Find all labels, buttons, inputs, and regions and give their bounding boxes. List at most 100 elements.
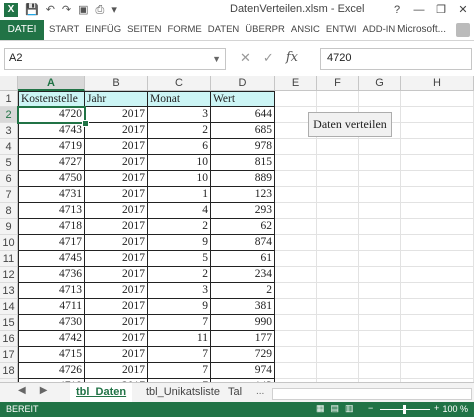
row-header-16[interactable]: 16 bbox=[0, 331, 18, 347]
empty-cell[interactable] bbox=[275, 219, 317, 235]
table-cell[interactable]: 4743 bbox=[18, 123, 85, 139]
empty-cell[interactable] bbox=[275, 315, 317, 331]
table-cell[interactable]: 974 bbox=[211, 363, 275, 379]
empty-cell[interactable] bbox=[401, 123, 474, 139]
table-cell[interactable]: 5 bbox=[148, 251, 211, 267]
empty-cell[interactable] bbox=[317, 91, 359, 107]
page-layout-view-icon[interactable]: ▤ bbox=[331, 403, 340, 414]
table-cell[interactable]: 9 bbox=[148, 235, 211, 251]
table-cell[interactable]: 4715 bbox=[18, 347, 85, 363]
table-cell[interactable]: 10 bbox=[148, 155, 211, 171]
empty-cell[interactable] bbox=[359, 155, 401, 171]
table-cell[interactable]: 4717 bbox=[18, 235, 85, 251]
empty-cell[interactable] bbox=[275, 91, 317, 107]
table-cell[interactable]: 4713 bbox=[18, 283, 85, 299]
table-cell[interactable]: 729 bbox=[211, 347, 275, 363]
empty-cell[interactable] bbox=[317, 251, 359, 267]
empty-cell[interactable] bbox=[401, 363, 474, 379]
empty-cell[interactable] bbox=[317, 299, 359, 315]
table-cell[interactable]: 4711 bbox=[18, 299, 85, 315]
table-cell[interactable]: 3 bbox=[148, 283, 211, 299]
column-header-f[interactable]: F bbox=[317, 76, 359, 91]
empty-cell[interactable] bbox=[401, 299, 474, 315]
empty-cell[interactable] bbox=[401, 139, 474, 155]
empty-cell[interactable] bbox=[401, 219, 474, 235]
table-cell[interactable]: 4719 bbox=[18, 139, 85, 155]
table-cell[interactable]: 4742 bbox=[18, 331, 85, 347]
column-header-g[interactable]: G bbox=[359, 76, 401, 91]
empty-cell[interactable] bbox=[317, 203, 359, 219]
empty-cell[interactable] bbox=[359, 267, 401, 283]
empty-cell[interactable] bbox=[275, 187, 317, 203]
tab-add-ins[interactable]: ADD-IN bbox=[360, 20, 399, 40]
empty-cell[interactable] bbox=[317, 267, 359, 283]
table-cell[interactable]: 4730 bbox=[18, 315, 85, 331]
empty-cell[interactable] bbox=[401, 283, 474, 299]
table-cell[interactable]: 7 bbox=[148, 347, 211, 363]
empty-cell[interactable] bbox=[401, 107, 474, 123]
row-header-15[interactable]: 15 bbox=[0, 315, 18, 331]
empty-cell[interactable] bbox=[317, 171, 359, 187]
table-cell[interactable]: 4736 bbox=[18, 267, 85, 283]
table-cell[interactable]: 2017 bbox=[85, 315, 148, 331]
table-cell[interactable]: 4718 bbox=[18, 219, 85, 235]
enter-icon[interactable]: ✓ bbox=[263, 50, 274, 66]
row-header-12[interactable]: 12 bbox=[0, 267, 18, 283]
table-cell[interactable]: 4 bbox=[148, 203, 211, 219]
undo-icon[interactable]: ↶ bbox=[46, 3, 55, 17]
empty-cell[interactable] bbox=[275, 171, 317, 187]
tab-start[interactable]: START bbox=[46, 20, 82, 40]
more-sheets-icon[interactable]: ... bbox=[256, 386, 264, 397]
empty-cell[interactable] bbox=[401, 91, 474, 107]
insert-function-icon[interactable]: fx bbox=[286, 50, 298, 66]
table-cell[interactable]: 2017 bbox=[85, 107, 148, 123]
tab-data[interactable]: DATEN bbox=[205, 20, 243, 40]
zoom-slider-thumb[interactable] bbox=[403, 405, 406, 414]
empty-cell[interactable] bbox=[317, 315, 359, 331]
table-cell[interactable]: 4731 bbox=[18, 187, 85, 203]
row-header-7[interactable]: 7 bbox=[0, 187, 18, 203]
table-cell[interactable]: 2 bbox=[148, 219, 211, 235]
table-cell[interactable]: 6 bbox=[148, 139, 211, 155]
print-icon[interactable]: ⎙ bbox=[96, 3, 105, 17]
row-header-10[interactable]: 10 bbox=[0, 235, 18, 251]
table-cell[interactable]: 2017 bbox=[85, 283, 148, 299]
empty-cell[interactable] bbox=[317, 187, 359, 203]
empty-cell[interactable] bbox=[317, 219, 359, 235]
close-button[interactable]: ✕ bbox=[452, 0, 474, 20]
table-cell[interactable]: 2017 bbox=[85, 331, 148, 347]
empty-cell[interactable] bbox=[317, 331, 359, 347]
redo-icon[interactable]: ↷ bbox=[62, 3, 71, 17]
empty-cell[interactable] bbox=[317, 139, 359, 155]
table-cell[interactable]: 4745 bbox=[18, 251, 85, 267]
table-cell[interactable]: 2017 bbox=[85, 363, 148, 379]
table-cell[interactable]: 2017 bbox=[85, 187, 148, 203]
table-cell[interactable]: 2017 bbox=[85, 139, 148, 155]
empty-cell[interactable] bbox=[275, 331, 317, 347]
select-all-corner[interactable] bbox=[0, 76, 18, 91]
table-cell[interactable]: 644 bbox=[211, 107, 275, 123]
empty-cell[interactable] bbox=[359, 203, 401, 219]
empty-cell[interactable] bbox=[401, 251, 474, 267]
empty-cell[interactable] bbox=[401, 267, 474, 283]
empty-cell[interactable] bbox=[359, 187, 401, 203]
empty-cell[interactable] bbox=[401, 331, 474, 347]
empty-cell[interactable] bbox=[401, 203, 474, 219]
table-cell[interactable]: 685 bbox=[211, 123, 275, 139]
empty-cell[interactable] bbox=[401, 347, 474, 363]
account-name[interactable]: Microsoft... bbox=[397, 20, 446, 40]
row-header-2[interactable]: 2 bbox=[0, 107, 18, 123]
empty-cell[interactable] bbox=[401, 155, 474, 171]
table-cell[interactable]: 2017 bbox=[85, 299, 148, 315]
horizontal-scrollbar[interactable] bbox=[272, 388, 472, 400]
empty-cell[interactable] bbox=[275, 203, 317, 219]
row-header-13[interactable]: 13 bbox=[0, 283, 18, 299]
tab-developer[interactable]: ENTWI bbox=[323, 20, 360, 40]
sheet-tab-tbl-unikatsliste[interactable]: tbl_Unikatsliste bbox=[140, 383, 226, 402]
row-header-3[interactable]: 3 bbox=[0, 123, 18, 139]
table-cell[interactable]: 815 bbox=[211, 155, 275, 171]
empty-cell[interactable] bbox=[317, 235, 359, 251]
table-cell[interactable]: 1 bbox=[148, 187, 211, 203]
table-cell[interactable]: 3 bbox=[148, 107, 211, 123]
table-header-cell[interactable]: Monat bbox=[148, 91, 211, 107]
